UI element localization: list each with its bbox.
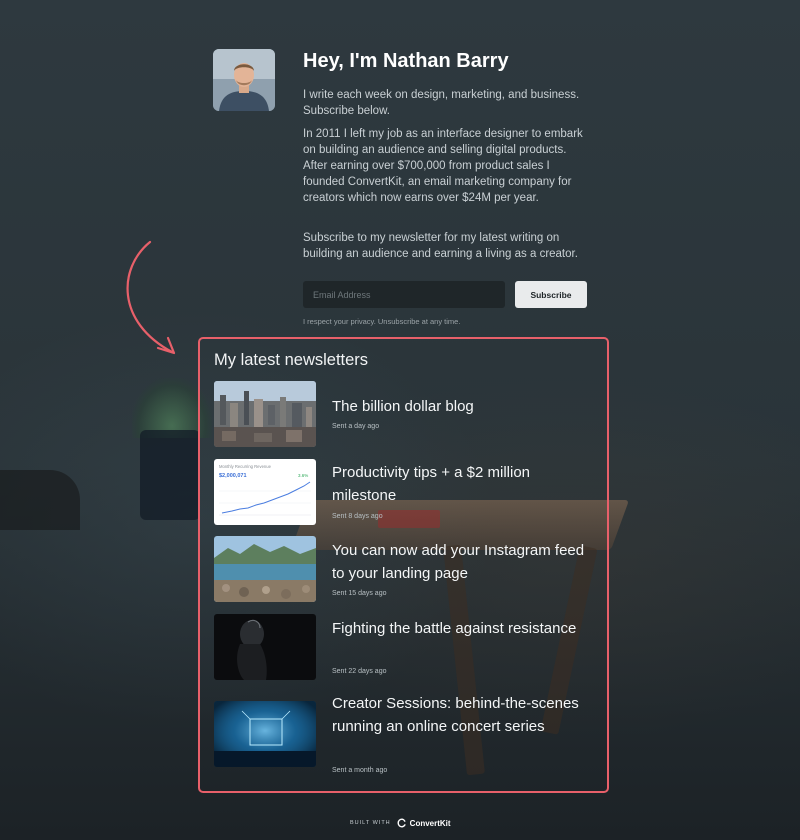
- lake-mountains-thumbnail: [214, 536, 316, 602]
- built-with-label: BUILT WITH: [350, 820, 391, 826]
- dark-figure-thumbnail: [214, 614, 316, 680]
- convertkit-brand-name: ConvertKit: [409, 818, 451, 828]
- newsletter-sent-date: Sent 22 days ago: [332, 668, 387, 675]
- newsletters-heading: My latest newsletters: [214, 351, 369, 369]
- footer-built-with[interactable]: BUILT WITH ConvertKit: [350, 815, 451, 831]
- dark-figure-icon: [214, 614, 316, 680]
- email-input[interactable]: [303, 281, 505, 308]
- newsletter-title[interactable]: Creator Sessions: behind-the-scenes runn…: [332, 692, 594, 738]
- newsletter-title[interactable]: Productivity tips + a $2 million milesto…: [332, 461, 594, 507]
- city-skyline-icon: [214, 381, 316, 447]
- subscribe-button[interactable]: Subscribe: [515, 281, 587, 308]
- revenue-chart-icon: Monthly Recurring Revenue $2,000,071 3.6…: [214, 459, 316, 525]
- concert-stage-icon: [214, 701, 316, 767]
- revenue-chart-thumbnail: Monthly Recurring Revenue $2,000,071 3.6…: [214, 459, 316, 525]
- chart-thumb-title: Monthly Recurring Revenue: [219, 464, 272, 469]
- intro-paragraph: I write each week on design, marketing, …: [303, 89, 580, 117]
- privacy-note: I respect your privacy. Unsubscribe at a…: [303, 317, 461, 326]
- concert-stage-thumbnail: [214, 701, 316, 767]
- newsletter-title[interactable]: The billion dollar blog: [332, 395, 594, 418]
- curved-arrow-icon: [126, 240, 176, 355]
- newsletter-sent-date: Sent 8 days ago: [332, 513, 383, 520]
- lake-mountains-icon: [214, 536, 316, 602]
- profile-photo-icon: [213, 49, 275, 111]
- convertkit-brand[interactable]: ConvertKit: [397, 818, 451, 828]
- newsletter-sent-date: Sent a month ago: [332, 767, 388, 774]
- newsletter-title[interactable]: You can now add your Instagram feed to y…: [332, 539, 594, 585]
- chart-thumb-change: 3.6%: [298, 473, 308, 478]
- newsletter-sent-date: Sent a day ago: [332, 423, 380, 430]
- bio-paragraph: In 2011 I left my job as an interface de…: [303, 128, 583, 204]
- avatar: [213, 49, 275, 111]
- landing-page: Hey, I'm Nathan Barry I write each week …: [0, 0, 800, 840]
- chart-thumb-value: $2,000,071: [219, 473, 247, 479]
- convertkit-logo-icon: [397, 818, 406, 828]
- page-title: Hey, I'm Nathan Barry: [303, 50, 509, 72]
- newsletter-title[interactable]: Fighting the battle against resistance: [332, 617, 594, 640]
- city-skyline-thumbnail: [214, 381, 316, 447]
- newsletter-sent-date: Sent 15 days ago: [332, 590, 387, 597]
- subscribe-paragraph: Subscribe to my newsletter for my latest…: [303, 232, 578, 260]
